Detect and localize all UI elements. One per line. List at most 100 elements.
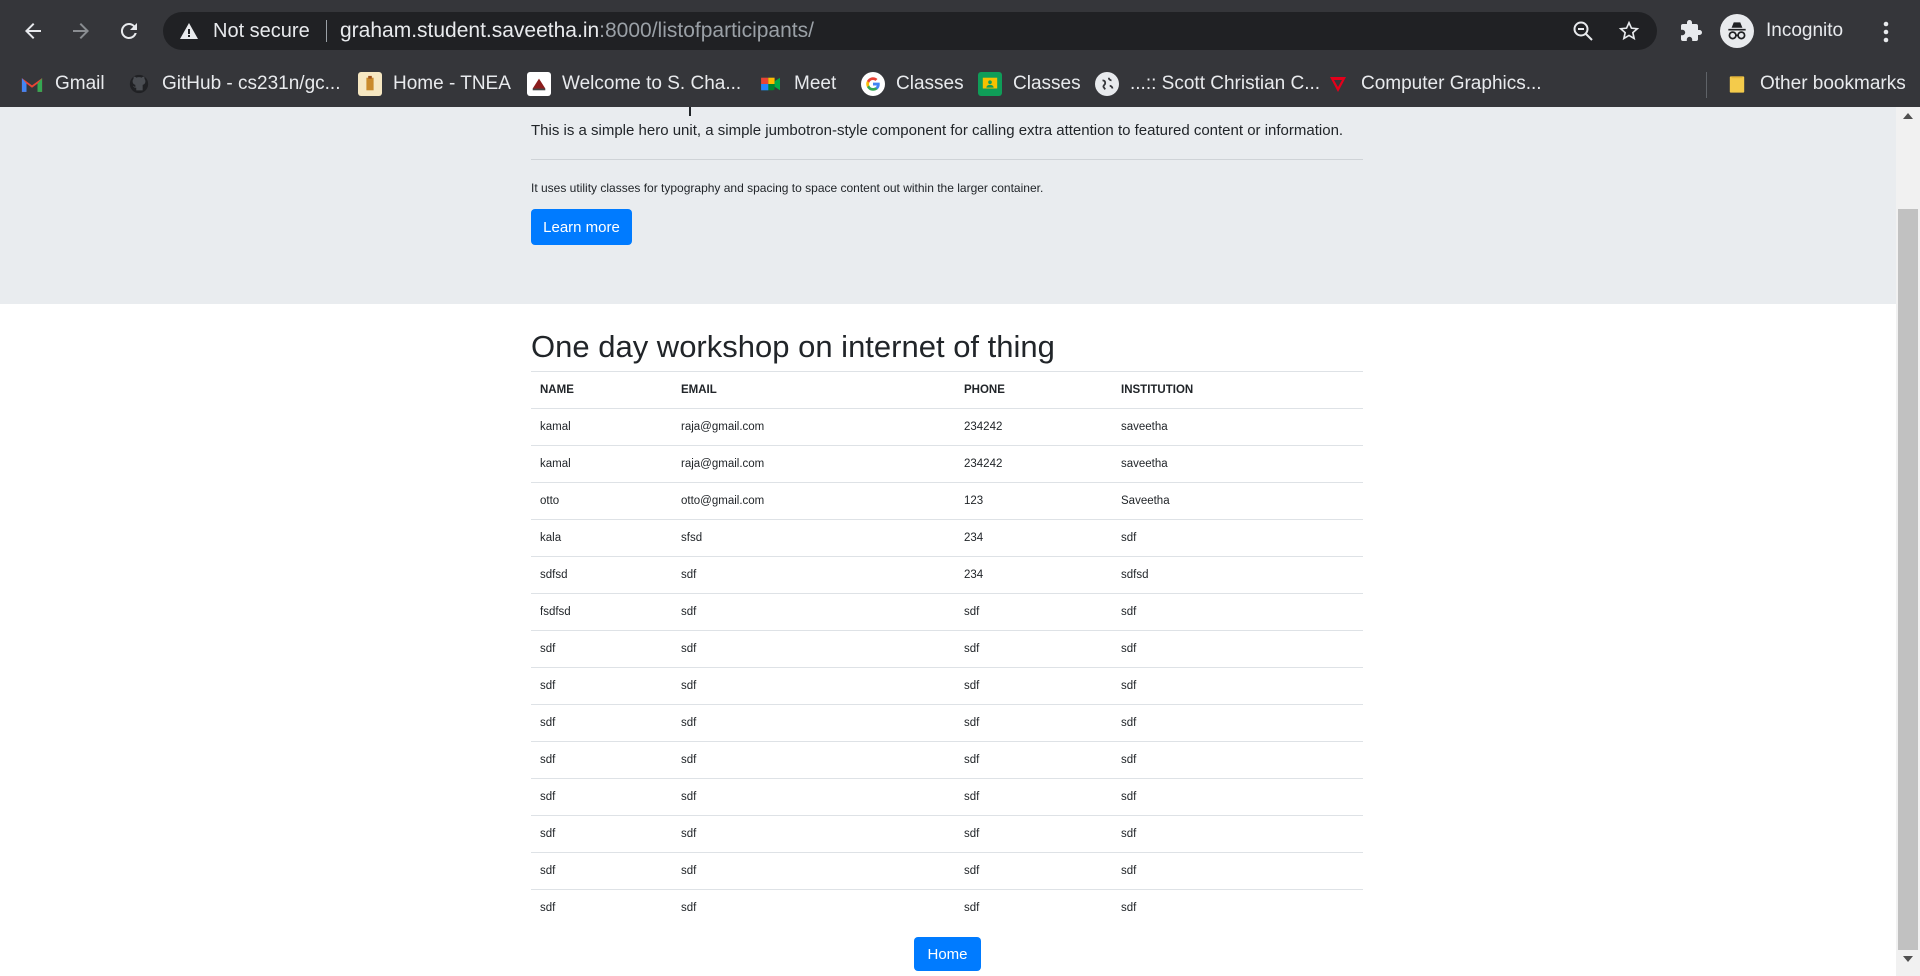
table-row: kala sfsd 234 sdf bbox=[531, 519, 1363, 557]
column-header-phone: PHONE bbox=[955, 371, 1112, 409]
cell-phone: sdf bbox=[955, 778, 1112, 816]
cell-name: sdfsd bbox=[531, 556, 672, 594]
bookmark-classes-google[interactable]: Classes bbox=[861, 69, 964, 99]
table-row: sdfsd sdf 234 sdfsd bbox=[531, 556, 1363, 594]
extensions-puzzle-icon[interactable] bbox=[1679, 19, 1703, 43]
cell-institution: sdf bbox=[1112, 704, 1363, 742]
cell-phone: sdf bbox=[955, 815, 1112, 853]
bookmark-welcome[interactable]: Welcome to S. Cha... bbox=[527, 69, 741, 99]
folder-icon bbox=[1725, 72, 1749, 96]
table-header-row: NAME EMAIL PHONE INSTITUTION bbox=[531, 371, 1363, 409]
cell-email: sfsd bbox=[672, 519, 955, 557]
url-path: :8000/listofparticipants/ bbox=[599, 19, 814, 42]
cell-phone: sdf bbox=[955, 630, 1112, 668]
cell-email: sdf bbox=[672, 778, 955, 816]
column-header-email: EMAIL bbox=[672, 371, 955, 409]
cell-phone: 123 bbox=[955, 482, 1112, 520]
scroll-thumb[interactable] bbox=[1898, 209, 1918, 950]
cell-institution: sdf bbox=[1112, 630, 1363, 668]
github-icon bbox=[127, 72, 151, 96]
warning-icon[interactable] bbox=[179, 21, 199, 41]
home-button[interactable]: Home bbox=[914, 937, 981, 971]
cell-email: raja@gmail.com bbox=[672, 408, 955, 446]
other-bookmarks-label: Other bookmarks bbox=[1760, 73, 1906, 94]
incognito-profile-button[interactable]: Incognito bbox=[1720, 13, 1843, 49]
bookmark-tnea[interactable]: Home - TNEA bbox=[358, 69, 511, 99]
forward-button[interactable] bbox=[62, 12, 100, 50]
bookmark-star-icon[interactable] bbox=[1618, 20, 1640, 42]
classroom-icon bbox=[978, 72, 1002, 96]
cell-name: sdf bbox=[531, 630, 672, 668]
cell-institution: saveetha bbox=[1112, 445, 1363, 483]
learn-more-button[interactable]: Learn more bbox=[531, 209, 632, 245]
address-bar[interactable]: Not secure graham.student.saveetha.in:80… bbox=[163, 12, 1657, 50]
bookmark-github[interactable]: GitHub - cs231n/gc... bbox=[127, 69, 340, 99]
table-row: kamal raja@gmail.com 234242 saveetha bbox=[531, 445, 1363, 483]
cell-phone: 234242 bbox=[955, 408, 1112, 446]
cell-phone: sdf bbox=[955, 741, 1112, 779]
table-row: sdf sdf sdf sdf bbox=[531, 741, 1363, 779]
bookmark-scott[interactable]: ...:: Scott Christian C... bbox=[1095, 69, 1320, 99]
cell-phone: sdf bbox=[955, 889, 1112, 927]
text-cursor bbox=[689, 107, 691, 116]
bookmark-label: Classes bbox=[1013, 73, 1081, 94]
url-text[interactable]: graham.student.saveetha.in:8000/listofpa… bbox=[340, 19, 814, 43]
bookmark-computer-graphics[interactable]: Computer Graphics... bbox=[1326, 69, 1542, 99]
jumbotron: This is a simple hero unit, a simple jum… bbox=[0, 107, 1896, 304]
globe-icon bbox=[1095, 72, 1119, 96]
cg-icon bbox=[1326, 72, 1350, 96]
table-row: sdf sdf sdf sdf bbox=[531, 704, 1363, 742]
cell-institution: sdf bbox=[1112, 519, 1363, 557]
back-button[interactable] bbox=[14, 12, 52, 50]
browser-toolbar: Not secure graham.student.saveetha.in:80… bbox=[0, 0, 1920, 62]
security-label[interactable]: Not secure bbox=[213, 20, 310, 43]
cell-name: sdf bbox=[531, 667, 672, 705]
cell-institution: sdfsd bbox=[1112, 556, 1363, 594]
bookmark-label: Computer Graphics... bbox=[1361, 73, 1542, 94]
bookmark-gmail[interactable]: Gmail bbox=[20, 69, 105, 99]
cell-name: kamal bbox=[531, 408, 672, 446]
cell-institution: sdf bbox=[1112, 815, 1363, 853]
table-row: fsdfsd sdf sdf sdf bbox=[531, 593, 1363, 631]
cell-phone: 234 bbox=[955, 519, 1112, 557]
page-scrollbar[interactable] bbox=[1896, 107, 1920, 976]
google-icon bbox=[861, 72, 885, 96]
table-row: otto otto@gmail.com 123 Saveetha bbox=[531, 482, 1363, 520]
cell-institution: Saveetha bbox=[1112, 482, 1363, 520]
browser-chrome: Not secure graham.student.saveetha.in:80… bbox=[0, 0, 1920, 107]
column-header-institution: INSTITUTION bbox=[1112, 371, 1363, 409]
bookmark-label: Classes bbox=[896, 73, 964, 94]
bookmark-label: Meet bbox=[794, 73, 837, 94]
reload-button[interactable] bbox=[110, 12, 148, 50]
bookmark-meet[interactable]: Meet bbox=[759, 69, 836, 99]
cell-name: sdf bbox=[531, 778, 672, 816]
cell-email: sdf bbox=[672, 704, 955, 742]
hero-divider bbox=[531, 159, 1363, 160]
address-divider bbox=[326, 20, 327, 42]
cell-email: sdf bbox=[672, 667, 955, 705]
scroll-down-arrow-icon[interactable] bbox=[1903, 956, 1913, 962]
hero-lead-text: This is a simple hero unit, a simple jum… bbox=[531, 122, 1344, 139]
cell-institution: sdf bbox=[1112, 593, 1363, 631]
table-row: sdf sdf sdf sdf bbox=[531, 630, 1363, 668]
cell-institution: sdf bbox=[1112, 778, 1363, 816]
cell-name: otto bbox=[531, 482, 672, 520]
url-host: graham.student.saveetha.in bbox=[340, 19, 600, 42]
scroll-up-arrow-icon[interactable] bbox=[1903, 113, 1913, 119]
table-row: sdf sdf sdf sdf bbox=[531, 815, 1363, 853]
browser-menu-icon[interactable] bbox=[1874, 18, 1898, 46]
table-row: sdf sdf sdf sdf bbox=[531, 778, 1363, 816]
cell-phone: sdf bbox=[955, 704, 1112, 742]
cell-email: sdf bbox=[672, 741, 955, 779]
table-body: kamal raja@gmail.com 234242 saveetha kamal ra… bbox=[531, 408, 1363, 927]
cell-name: sdf bbox=[531, 852, 672, 890]
forward-arrow-icon bbox=[73, 23, 89, 39]
cell-name: sdf bbox=[531, 741, 672, 779]
bookmarks-divider bbox=[1706, 72, 1707, 98]
cell-phone: 234 bbox=[955, 556, 1112, 594]
table-row: sdf sdf sdf sdf bbox=[531, 889, 1363, 927]
zoom-icon[interactable] bbox=[1572, 20, 1594, 42]
other-bookmarks[interactable]: Other bookmarks bbox=[1725, 69, 1906, 99]
cell-email: sdf bbox=[672, 889, 955, 927]
bookmark-classes-classroom[interactable]: Classes bbox=[978, 69, 1081, 99]
